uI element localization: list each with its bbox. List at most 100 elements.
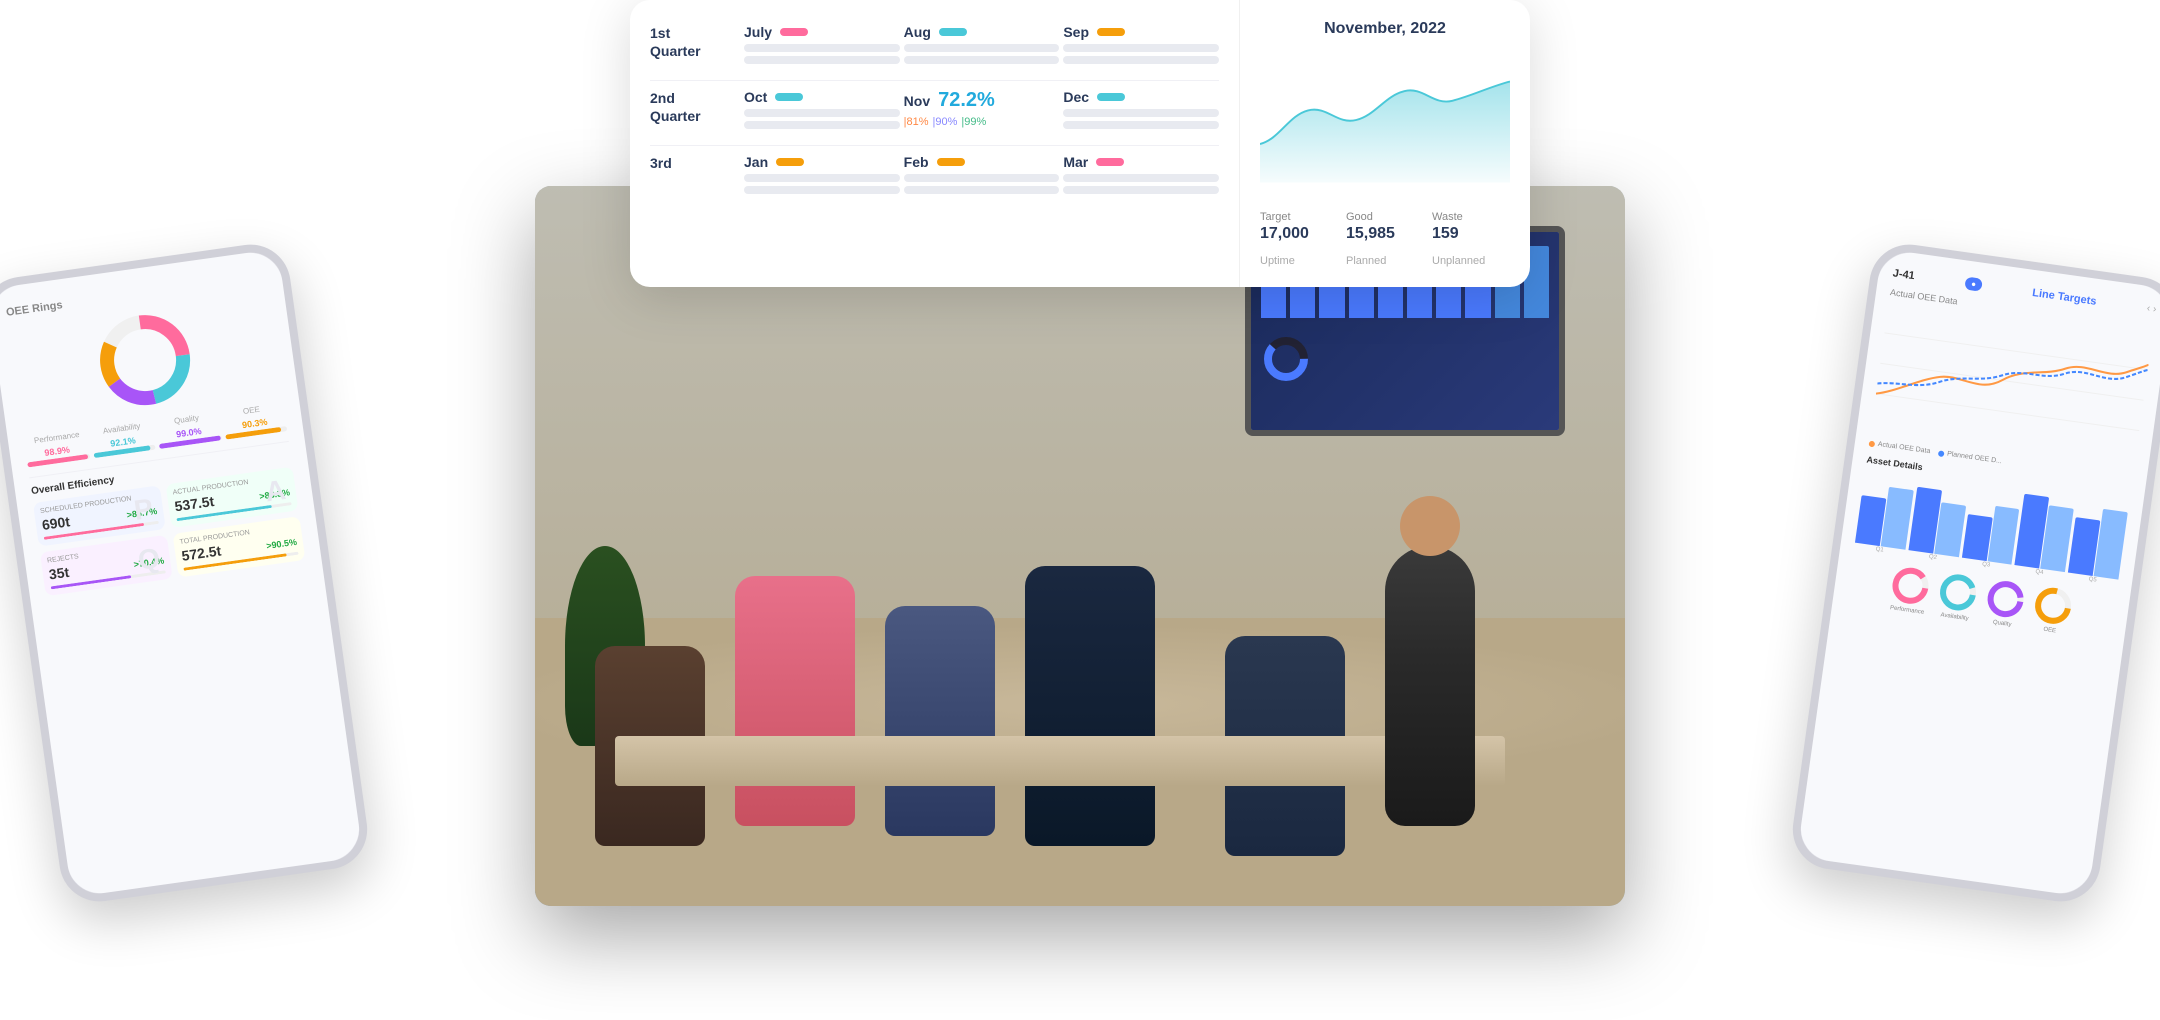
month-name-nov: Nov [904, 93, 930, 109]
person-seated-left-2 [735, 576, 855, 826]
quarter-row-2: 2ndQuarter Oct Nov 72.2% [650, 89, 1219, 129]
sep-bar-1 [1063, 44, 1219, 52]
mini-donut-svg-oee [2031, 583, 2076, 628]
oct-indicator [775, 93, 803, 101]
legend-label-actual: Actual OEE Data [1877, 441, 1930, 455]
presenter [1385, 546, 1475, 826]
mini-donut-svg-performance [1888, 563, 1933, 608]
month-name-jan: Jan [744, 154, 768, 170]
bar-label-4: Q4 [2035, 569, 2044, 576]
month-cell-jan: Jan [744, 154, 900, 194]
bottom-label-planned: Planned [1346, 255, 1424, 267]
sep-indicator [1097, 28, 1125, 36]
bar-3b [1987, 506, 2019, 565]
legend-label-planned: Planned OEE D... [1947, 451, 2003, 466]
oee-card-value-total: 572.5t [181, 542, 223, 563]
oee-card-value-scheduled: 690t [41, 513, 71, 533]
bar-label-5: Q5 [2088, 577, 2097, 584]
dec-bar-1 [1063, 109, 1219, 117]
oee-card-value-actual: 537.5t [174, 493, 216, 514]
right-device-id: J-41 [1892, 267, 1915, 282]
right-nav-arrows: ‹ › [2146, 303, 2157, 315]
oee-card-rejects: REJECTS 35t >70.4% Q [40, 535, 173, 596]
mar-indicator [1096, 158, 1124, 166]
dec-indicator [1097, 93, 1125, 101]
jan-indicator [776, 158, 804, 166]
oee-card-total: TOTAL PRODUCTION 572.5t >90.5% [173, 516, 306, 577]
legend-dot-actual [1869, 440, 1876, 447]
stat-waste: Waste 159 [1432, 211, 1510, 243]
meeting-photo [535, 186, 1625, 906]
mar-bar-1 [1063, 174, 1219, 182]
nov-pct-81: |81% [904, 116, 929, 128]
nov-pct-90: |90% [933, 116, 958, 128]
sep-bar-2 [1063, 56, 1219, 64]
july-bar-2 [744, 56, 900, 64]
chart-stats: Target 17,000 Good 15,985 Waste 159 [1260, 211, 1510, 243]
presenter-head [1400, 496, 1460, 556]
oct-bar-1 [744, 109, 900, 117]
month-name-mar: Mar [1063, 154, 1088, 170]
right-device: J-41 ● Line Targets ‹ › Actual OEE Data [1788, 239, 2160, 906]
right-subheader-label: Actual OEE Data [1889, 287, 1958, 306]
month-name-july: July [744, 24, 772, 40]
jan-bar-1 [744, 174, 900, 182]
july-bar-1 [744, 44, 900, 52]
aug-bar-2 [904, 56, 1060, 64]
mini-donut-label-oee: OEE [2043, 627, 2056, 635]
bottom-label-unplanned: Unplanned [1432, 255, 1510, 267]
mini-donut-svg-quality [1983, 577, 2028, 622]
quarter-label-1: 1stQuarter [650, 24, 740, 60]
month-name-sep: Sep [1063, 24, 1089, 40]
mini-donut-quality: Quality [1982, 577, 2028, 630]
month-cell-nov: Nov 72.2% |81% |90% |99% [904, 89, 1060, 128]
right-device-title: Line Targets [2032, 286, 2098, 307]
dashboard-chart: November, 2022 Target 17,000 [1240, 0, 1530, 287]
quarter-label-2: 2ndQuarter [650, 89, 740, 125]
line-chart-svg [1871, 309, 2151, 465]
aug-indicator [939, 28, 967, 36]
bar-group-1: Q1 [1854, 483, 1914, 556]
oct-bar-2 [744, 121, 900, 129]
mini-donut-oee: OEE [2029, 583, 2075, 636]
month-cell-sep: Sep [1063, 24, 1219, 64]
nov-value: 72.2% [938, 89, 995, 112]
oee-card-letter-a: A [263, 474, 287, 509]
stat-label-good: Good [1346, 211, 1424, 223]
month-cell-aug: Aug [904, 24, 1060, 64]
legend-dot-planned [1938, 450, 1945, 457]
legend-planned: Planned OEE D... [1938, 449, 2003, 465]
bar-group-4: Q4 [2014, 494, 2075, 579]
oee-card-letter-q: Q [136, 542, 162, 577]
bar-label-3: Q3 [1982, 562, 1991, 569]
month-name-aug: Aug [904, 24, 931, 40]
oee-card-pct-total: >90.5% [266, 537, 298, 551]
month-cell-oct: Oct [744, 89, 900, 129]
dashboard-table: 1stQuarter July Aug [630, 0, 1240, 287]
person-seated-center-1 [885, 606, 995, 836]
stat-target: Target 17,000 [1260, 211, 1338, 243]
month-name-oct: Oct [744, 89, 767, 105]
bottom-label-uptime: Uptime [1260, 255, 1338, 267]
meeting-photo-inner [535, 186, 1625, 906]
bar-group-5: Q5 [2067, 505, 2128, 586]
month-cell-mar: Mar [1063, 154, 1219, 194]
month-name-feb: Feb [904, 154, 929, 170]
feb-indicator [937, 158, 965, 166]
area-chart-svg [1260, 50, 1510, 190]
bar-group-3: Q3 [1961, 502, 2020, 571]
donut-svg [89, 304, 202, 417]
month-cell-july: July [744, 24, 900, 64]
mar-bar-2 [1063, 186, 1219, 194]
stat-value-good: 15,985 [1346, 225, 1424, 243]
mini-donut-availability: Availability [1934, 570, 1980, 623]
aug-bar-1 [904, 44, 1060, 52]
bar-group-2: Q2 [1907, 487, 1967, 564]
table-surface [615, 736, 1505, 786]
legend-actual: Actual OEE Data [1868, 440, 1930, 456]
feb-bar-1 [904, 174, 1060, 182]
july-indicator [780, 28, 808, 36]
quarter-row-1: 1stQuarter July Aug [650, 24, 1219, 64]
month-cell-dec: Dec [1063, 89, 1219, 129]
nov-pct-row: |81% |90% |99% [904, 116, 1060, 128]
